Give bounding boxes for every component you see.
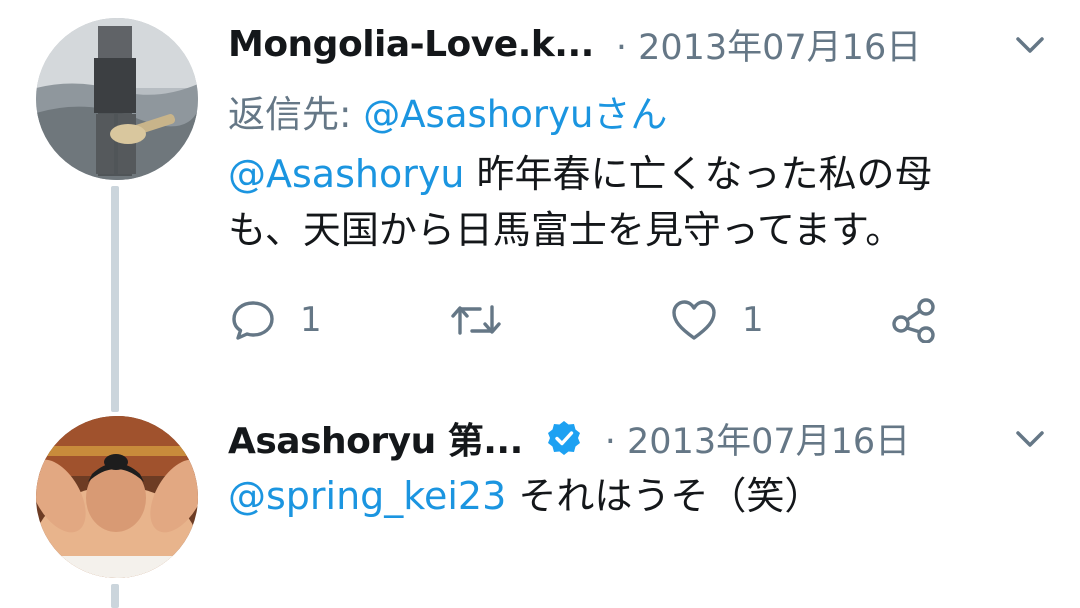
reply-context: 返信先: @Asashoryuさん [228,84,667,138]
tweet-actions: 1 1 [230,290,950,350]
verified-badge-icon [545,419,583,457]
tweet-text: @Asashoryu 昨年春に亡くなった私の母 も、天国から日馬富士を見守ってま… [228,146,933,258]
like-count: 1 [742,300,764,340]
tweet-text-line2: も、天国から日馬富士を見守ってます。 [228,208,904,252]
reply-target-link[interactable]: @Asashoryuさん [363,93,667,136]
reply-icon [230,297,276,343]
mention-link[interactable]: @spring_kei23 [228,474,506,518]
share-icon [890,297,938,343]
avatar[interactable] [36,18,198,180]
avatar[interactable] [36,416,198,578]
mention-link[interactable]: @Asashoryu [228,152,464,196]
thread-connector-line [111,186,119,412]
tweet-header: Mongolia-Love.k... · 2013年07月16日 [228,16,921,72]
tweet-header: Asashoryu 第... · 2013年07月16日 [228,410,910,466]
retweet-icon [450,297,502,343]
heart-icon [670,297,718,343]
share-button[interactable] [890,290,938,350]
thread-connector-line [111,584,119,608]
display-name[interactable]: Mongolia-Love.k... [228,24,594,65]
tweet-text-line1: 昨年春に亡くなった私の母 [464,152,933,196]
reply-button[interactable]: 1 [230,290,322,350]
reply-prefix: 返信先: [228,93,364,136]
reply-count: 1 [300,300,322,340]
timestamp[interactable]: · 2013年07月16日 [616,19,921,70]
tweet-text: @spring_kei23 それはうそ（笑） [228,468,822,524]
tweet-text-content: それはうそ（笑） [506,474,823,518]
retweet-button[interactable] [450,290,502,350]
chevron-down-icon[interactable] [1010,30,1050,60]
timestamp[interactable]: · 2013年07月16日 [605,413,910,464]
display-name[interactable]: Asashoryu 第... [228,412,523,464]
like-button[interactable]: 1 [670,290,764,350]
chevron-down-icon[interactable] [1010,424,1050,454]
